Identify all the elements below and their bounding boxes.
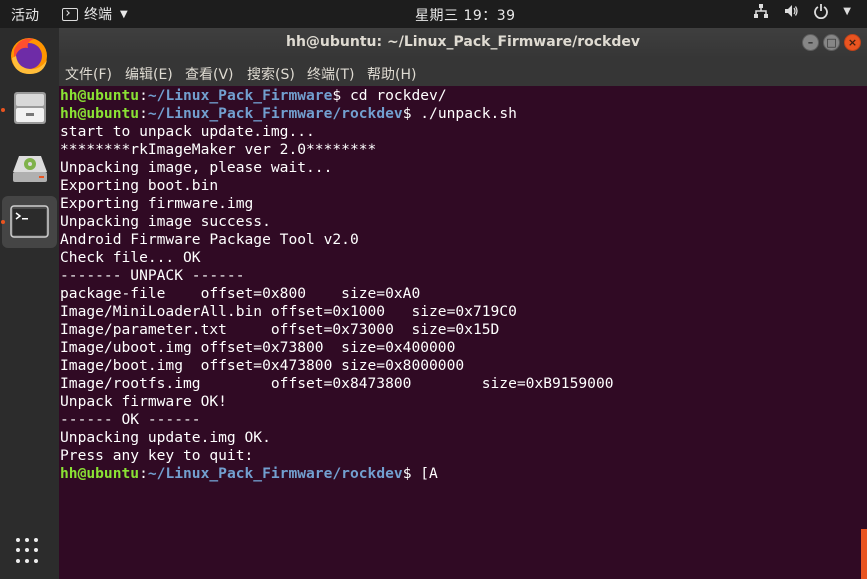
- maximize-icon: □: [826, 36, 837, 49]
- prompt-line: hh@ubuntu:~/Linux_Pack_Firmware$ cd rock…: [60, 87, 614, 105]
- prompt-separator: :: [139, 105, 148, 122]
- output-line: Exporting firmware.img: [60, 195, 614, 213]
- prompt-user: hh@ubuntu: [60, 465, 140, 482]
- output-line: Unpack firmware OK!: [60, 393, 614, 411]
- output-text: package-file offset=0x800 size=0xA0: [60, 285, 421, 302]
- output-line: ------- UNPACK ------: [60, 267, 614, 285]
- dock-terminal[interactable]: [2, 196, 57, 248]
- prompt-path: ~/Linux_Pack_Firmware/rockdev: [147, 465, 403, 482]
- output-text: ********rkImageMaker ver 2.0********: [60, 141, 377, 158]
- prompt-user: hh@ubuntu: [60, 87, 140, 104]
- dock-files[interactable]: [2, 82, 57, 134]
- command-text: $ [A: [402, 465, 438, 482]
- output-line: package-file offset=0x800 size=0xA0: [60, 285, 614, 303]
- output-text: Press any key to quit:: [60, 447, 254, 464]
- prompt-path: ~/Linux_Pack_Firmware: [147, 87, 333, 104]
- output-text: Unpacking image, please wait...: [60, 159, 333, 176]
- output-text: Check file... OK: [60, 249, 201, 266]
- output-line: Image/MiniLoaderAll.bin offset=0x1000 si…: [60, 303, 614, 321]
- menu-help[interactable]: 帮助(H): [367, 64, 416, 84]
- terminal-app-icon: [62, 7, 78, 21]
- command-text: $ cd rockdev/: [332, 87, 447, 104]
- prompt-line: hh@ubuntu:~/Linux_Pack_Firmware/rockdev$…: [60, 465, 614, 483]
- apps-grid-icon: [16, 538, 20, 542]
- terminal-icon: [10, 205, 49, 238]
- output-text: Unpack firmware OK!: [60, 393, 227, 410]
- maximize-button[interactable]: □: [823, 34, 840, 51]
- scroll-indicator[interactable]: [861, 529, 867, 579]
- files-icon: [14, 92, 46, 124]
- power-icon: [814, 4, 829, 19]
- window-title: hh@ubuntu: ~/Linux_Pack_Firmware/rockdev: [286, 34, 640, 50]
- window-titlebar[interactable]: hh@ubuntu: ~/Linux_Pack_Firmware/rockdev…: [59, 28, 867, 58]
- output-text: Exporting boot.bin: [60, 177, 219, 194]
- output-line: Check file... OK: [60, 249, 614, 267]
- menu-terminal[interactable]: 终端(T): [307, 64, 354, 84]
- volume-icon: [785, 5, 798, 17]
- output-line: Image/boot.img offset=0x473800 size=0x80…: [60, 357, 614, 375]
- output-line: Unpacking image success.: [60, 213, 614, 231]
- app-menu-label: 终端: [84, 7, 112, 23]
- menu-search[interactable]: 搜索(S): [247, 64, 295, 84]
- output-line: ********rkImageMaker ver 2.0********: [60, 141, 614, 159]
- output-line: Unpacking update.img OK.: [60, 429, 614, 447]
- close-icon: ×: [847, 36, 858, 49]
- output-line: ------ OK ------: [60, 411, 614, 429]
- prompt-user: hh@ubuntu: [60, 105, 140, 122]
- close-button[interactable]: ×: [844, 34, 861, 51]
- network-icon: [754, 4, 769, 18]
- activities-button[interactable]: 活动: [11, 5, 39, 25]
- dock-disks[interactable]: [2, 142, 57, 194]
- output-line: Android Firmware Package Tool v2.0: [60, 231, 614, 249]
- prompt-path: ~/Linux_Pack_Firmware/rockdev: [147, 105, 403, 122]
- running-indicator: [1, 108, 5, 112]
- menu-bar: 文件(F) 编辑(E) 查看(V) 搜索(S) 终端(T) 帮助(H): [59, 58, 867, 86]
- output-text: Image/MiniLoaderAll.bin offset=0x1000 si…: [60, 303, 517, 320]
- chevron-down-icon: ▼: [843, 5, 851, 17]
- output-text: ------ OK ------: [60, 411, 201, 428]
- top-bar: 活动 终端 ▼ 星期三 19：39 ▼: [0, 0, 867, 28]
- minimize-button[interactable]: –: [802, 34, 819, 51]
- menu-edit[interactable]: 编辑(E): [125, 64, 173, 84]
- output-line: Image/uboot.img offset=0x73800 size=0x40…: [60, 339, 614, 357]
- chevron-down-icon: ▼: [120, 8, 128, 20]
- output-text: Image/rootfs.img offset=0x8473800 size=0…: [60, 375, 614, 392]
- output-text: Image/boot.img offset=0x473800 size=0x80…: [60, 357, 465, 374]
- output-text: Image/uboot.img offset=0x73800 size=0x40…: [60, 339, 456, 356]
- terminal-lines: hh@ubuntu:~/Linux_Pack_Firmware$ cd rock…: [60, 87, 614, 483]
- output-text: ------- UNPACK ------: [60, 267, 245, 284]
- disk-icon: [13, 156, 47, 182]
- output-text: Android Firmware Package Tool v2.0: [60, 231, 359, 248]
- output-text: Image/parameter.txt offset=0x73000 size=…: [60, 321, 500, 338]
- output-text: start to unpack update.img...: [60, 123, 315, 140]
- show-applications-button[interactable]: [16, 538, 42, 564]
- prompt-separator: :: [139, 87, 148, 104]
- output-line: start to unpack update.img...: [60, 123, 614, 141]
- output-text: Unpacking image success.: [60, 213, 271, 230]
- status-menu[interactable]: ▼: [753, 3, 851, 19]
- prompt-line: hh@ubuntu:~/Linux_Pack_Firmware/rockdev$…: [60, 105, 614, 123]
- prompt-separator: :: [139, 465, 148, 482]
- minimize-icon: –: [807, 36, 814, 49]
- firefox-icon: [11, 38, 47, 74]
- output-line: Press any key to quit:: [60, 447, 614, 465]
- menu-file[interactable]: 文件(F): [65, 64, 112, 84]
- terminal-output[interactable]: hh@ubuntu:~/Linux_Pack_Firmware$ cd rock…: [59, 86, 867, 579]
- running-indicator: [1, 220, 5, 224]
- dock: [0, 28, 59, 579]
- command-text: $ ./unpack.sh: [402, 105, 517, 122]
- output-text: Exporting firmware.img: [60, 195, 254, 212]
- menu-view[interactable]: 查看(V): [185, 64, 234, 84]
- output-line: Image/rootfs.img offset=0x8473800 size=0…: [60, 375, 614, 393]
- output-line: Image/parameter.txt offset=0x73000 size=…: [60, 321, 614, 339]
- output-line: Unpacking image, please wait...: [60, 159, 614, 177]
- output-text: Unpacking update.img OK.: [60, 429, 271, 446]
- output-line: Exporting boot.bin: [60, 177, 614, 195]
- dock-firefox[interactable]: [2, 30, 57, 82]
- app-menu[interactable]: 终端 ▼: [62, 4, 128, 24]
- clock[interactable]: 星期三 19：39: [415, 5, 516, 25]
